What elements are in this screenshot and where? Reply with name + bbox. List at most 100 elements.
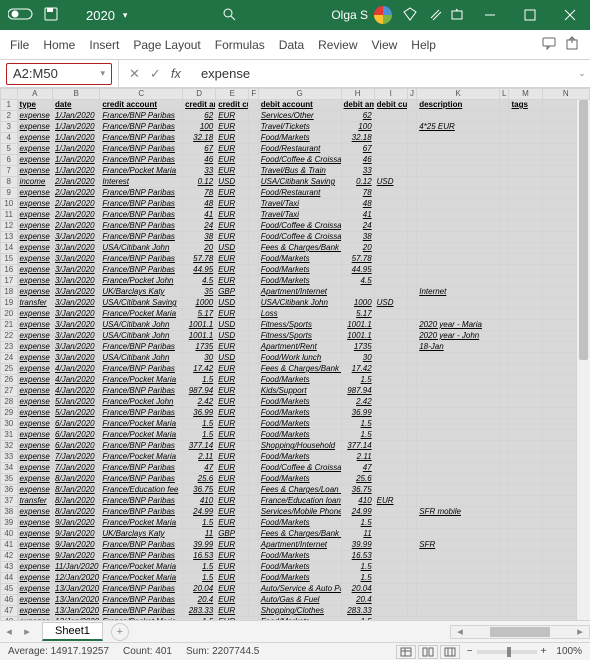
cell[interactable]: France/BNP Paribas: [100, 155, 183, 166]
row-header-45[interactable]: 45: [1, 584, 18, 595]
cell[interactable]: [417, 474, 500, 485]
cell[interactable]: Fees & Charges/Loan Inter: [258, 485, 341, 496]
cell[interactable]: 283.33: [183, 606, 216, 617]
cell[interactable]: 33: [183, 166, 216, 177]
cell[interactable]: EUR: [216, 496, 249, 507]
cell[interactable]: 3/Jan/2020: [53, 254, 100, 265]
cell[interactable]: [500, 617, 509, 621]
cell[interactable]: 2020 year - Maria: [417, 320, 500, 331]
cell[interactable]: [500, 353, 509, 364]
cell[interactable]: 100: [183, 122, 216, 133]
cell[interactable]: [249, 364, 258, 375]
cell[interactable]: [509, 584, 542, 595]
cell[interactable]: [249, 353, 258, 364]
cell[interactable]: [417, 397, 500, 408]
cell[interactable]: [374, 441, 407, 452]
cell[interactable]: Interest: [100, 177, 183, 188]
header-cell[interactable]: [500, 100, 509, 111]
add-sheet-button[interactable]: +: [111, 623, 129, 641]
cell[interactable]: Fitness/Sports: [258, 320, 341, 331]
row-header-44[interactable]: 44: [1, 573, 18, 584]
cell[interactable]: 25.6: [183, 474, 216, 485]
row-header-26[interactable]: 26: [1, 375, 18, 386]
cell[interactable]: EUR: [216, 507, 249, 518]
cell[interactable]: [500, 287, 509, 298]
cell[interactable]: 32.18: [341, 133, 374, 144]
cell[interactable]: [500, 408, 509, 419]
cell[interactable]: [249, 408, 258, 419]
cell[interactable]: [500, 133, 509, 144]
cell[interactable]: 1.5: [341, 419, 374, 430]
cell[interactable]: [509, 122, 542, 133]
cell[interactable]: expense: [17, 122, 52, 133]
cell[interactable]: France/BNP Paribas: [100, 551, 183, 562]
cell[interactable]: 1/Jan/2020: [53, 133, 100, 144]
hscroll-left-icon[interactable]: ◂: [451, 625, 469, 638]
cell[interactable]: [509, 364, 542, 375]
cell[interactable]: 2/Jan/2020: [53, 221, 100, 232]
cell[interactable]: expense: [17, 606, 52, 617]
cell[interactable]: EUR: [216, 573, 249, 584]
row-header-33[interactable]: 33: [1, 452, 18, 463]
cell[interactable]: 24: [183, 221, 216, 232]
view-page-break-icon[interactable]: [440, 645, 460, 659]
row-header-16[interactable]: 16: [1, 265, 18, 276]
cell[interactable]: [374, 232, 407, 243]
cell[interactable]: 6/Jan/2020: [53, 441, 100, 452]
cell[interactable]: [374, 243, 407, 254]
cell[interactable]: Food/Markets: [258, 265, 341, 276]
cell[interactable]: [509, 408, 542, 419]
cell[interactable]: 2020 year - John: [417, 331, 500, 342]
cell[interactable]: [509, 463, 542, 474]
cell[interactable]: Fees & Charges/Bank Fee: [258, 364, 341, 375]
row-header-5[interactable]: 5: [1, 144, 18, 155]
cell[interactable]: [500, 474, 509, 485]
tab-view[interactable]: View: [372, 38, 398, 52]
cell[interactable]: [500, 540, 509, 551]
cell[interactable]: [407, 342, 416, 353]
cell[interactable]: [509, 441, 542, 452]
cell[interactable]: [500, 507, 509, 518]
cell[interactable]: 7/Jan/2020: [53, 463, 100, 474]
cell[interactable]: expense: [17, 199, 52, 210]
cell[interactable]: [374, 419, 407, 430]
cell[interactable]: Food/Restaurant: [258, 188, 341, 199]
cell[interactable]: 16.53: [341, 551, 374, 562]
cell[interactable]: [407, 551, 416, 562]
cell[interactable]: [407, 287, 416, 298]
zoom-level[interactable]: 100%: [556, 646, 582, 657]
cell[interactable]: expense: [17, 507, 52, 518]
cell[interactable]: 47: [341, 463, 374, 474]
cell[interactable]: EUR: [216, 441, 249, 452]
cell[interactable]: [249, 573, 258, 584]
cell[interactable]: [374, 562, 407, 573]
cell[interactable]: expense: [17, 562, 52, 573]
cell[interactable]: expense: [17, 232, 52, 243]
cell[interactable]: 62: [341, 111, 374, 122]
cell[interactable]: [509, 309, 542, 320]
cell[interactable]: [374, 463, 407, 474]
row-header-46[interactable]: 46: [1, 595, 18, 606]
cell[interactable]: 20: [183, 243, 216, 254]
cell[interactable]: [374, 331, 407, 342]
cell[interactable]: 11: [183, 529, 216, 540]
cell[interactable]: Food/Markets: [258, 551, 341, 562]
cell[interactable]: 1/Jan/2020: [53, 155, 100, 166]
cell[interactable]: EUR: [216, 342, 249, 353]
cell[interactable]: [374, 144, 407, 155]
cell[interactable]: Food/Markets: [258, 397, 341, 408]
cell[interactable]: 41: [341, 210, 374, 221]
cell[interactable]: EUR: [216, 551, 249, 562]
cell[interactable]: [500, 441, 509, 452]
row-header-3[interactable]: 3: [1, 122, 18, 133]
row-header-11[interactable]: 11: [1, 210, 18, 221]
cell[interactable]: EUR: [216, 210, 249, 221]
row-header-21[interactable]: 21: [1, 320, 18, 331]
cell[interactable]: France/BNP Paribas: [100, 210, 183, 221]
cell[interactable]: 17.42: [341, 364, 374, 375]
cell[interactable]: SFR mobile: [417, 507, 500, 518]
cell[interactable]: expense: [17, 463, 52, 474]
cell[interactable]: Apartment/Rent: [258, 342, 341, 353]
header-cell[interactable]: debit account: [258, 100, 341, 111]
cell[interactable]: EUR: [216, 232, 249, 243]
